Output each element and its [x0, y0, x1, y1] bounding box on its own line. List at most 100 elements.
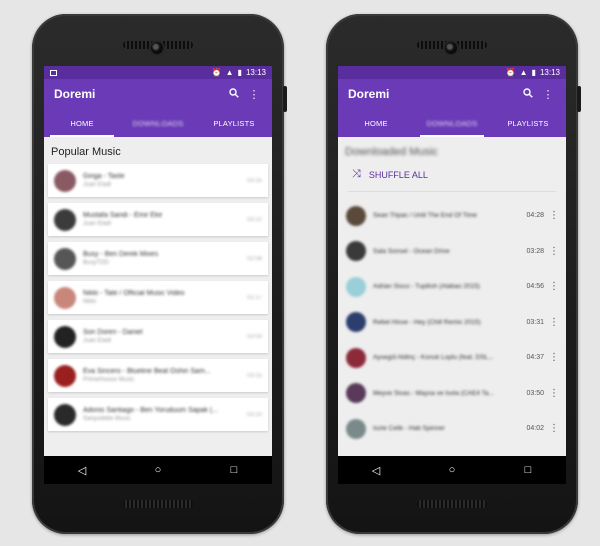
- alarm-icon: ⏰: [505, 68, 516, 77]
- tab-downloads[interactable]: DOWNLOADS: [120, 109, 196, 137]
- list-item[interactable]: Mustafa Sandi - Emir Ekir Juan Eladi 03:22: [48, 203, 268, 236]
- power-button: [283, 86, 287, 112]
- tab-bar: HOME DOWNLOADS PLAYLISTS: [338, 109, 566, 137]
- album-art: [54, 169, 76, 192]
- more-options-icon[interactable]: ⋮: [548, 281, 560, 292]
- track-duration: 03:31: [526, 318, 544, 326]
- image-notification-icon: [50, 69, 57, 76]
- clock: 13:13: [245, 68, 266, 77]
- track-title: Adrian Sisco - Tupilish (Alabao 2015): [373, 283, 480, 291]
- album-art: [346, 312, 366, 333]
- overflow-menu-icon[interactable]: ⋮: [540, 88, 556, 101]
- home-button[interactable]: ○: [146, 464, 170, 476]
- track-title: Busy - Ben Derek Mixes: [83, 251, 159, 258]
- track-artist: Sanyodebe Music: [83, 416, 131, 422]
- app-title: Doremi: [348, 87, 390, 101]
- track-time: 03:03: [246, 333, 262, 340]
- track-time: 03:10: [246, 411, 262, 418]
- list-item[interactable]: Iozie Celik - Hab Spinner 04:02 ⋮: [338, 411, 566, 447]
- track-info: Nikki - Tate / Official Music Video Nikki: [83, 290, 247, 305]
- more-options-icon[interactable]: ⋮: [548, 210, 560, 221]
- track-title: Mustafa Sandi - Emir Ekir: [83, 212, 163, 219]
- front-camera: [151, 42, 163, 54]
- shuffle-icon: ⤨: [352, 168, 361, 180]
- battery-icon: ▮: [531, 68, 536, 77]
- recents-button[interactable]: □: [516, 464, 540, 476]
- list-item[interactable]: Sean Tripas / Until The End Of Time 04:28…: [338, 198, 566, 234]
- track-title: Eva Sincero - Blueline Beat Oshin Sam...: [83, 368, 211, 375]
- more-options-icon[interactable]: ⋮: [548, 388, 560, 399]
- section-title: Popular Music: [51, 146, 121, 158]
- list-item[interactable]: Meyve Sivas - Maysa ve Isola (CAE4 Ta...…: [338, 376, 566, 412]
- track-title: Ginga - Taste: [83, 173, 125, 180]
- list-item[interactable]: Eva Sincero - Blueline Beat Oshin Sam...…: [48, 359, 268, 392]
- track-title: Sean Tripas / Until The End Of Time: [373, 212, 477, 220]
- track-info: Eva Sincero - Blueline Beat Oshin Sam...…: [83, 368, 247, 383]
- home-content: Popular Music Ginga - Taste Juan Eladi 03:…: [44, 137, 272, 456]
- track-title: Rebel Hisse - Hey (Chill Remix 2015): [373, 318, 481, 326]
- search-icon[interactable]: [520, 87, 536, 101]
- album-art: [346, 418, 366, 439]
- shuffle-all-button[interactable]: ⤨ SHUFFLE ALL: [338, 164, 566, 191]
- album-art: [346, 347, 366, 368]
- track-time: 03:15: [246, 372, 262, 379]
- list-item[interactable]: Nikki - Tate / Official Music Video Nikki…: [48, 281, 268, 314]
- list-item[interactable]: Aysegül Aldinç - Konuk Loplu (feat. DSL.…: [338, 340, 566, 376]
- back-button[interactable]: ◁: [364, 464, 388, 477]
- track-info: Son Doren - Daniel Juan Eladi: [83, 329, 247, 344]
- track-artist: Juan Eladi: [83, 182, 112, 188]
- track-time: 03:25: [246, 177, 262, 184]
- track-duration: 04:37: [526, 354, 544, 362]
- status-bar: ⏰ ▲ ▮ 13:13: [44, 66, 272, 79]
- home-button[interactable]: ○: [440, 464, 464, 476]
- more-options-icon[interactable]: ⋮: [548, 317, 560, 328]
- track-time: 02:58: [246, 255, 262, 262]
- tab-playlists[interactable]: PLAYLISTS: [196, 109, 272, 137]
- track-title: Iozie Celik - Hab Spinner: [373, 425, 445, 433]
- list-item[interactable]: Son Doren - Daniel Juan Eladi 03:03: [48, 320, 268, 353]
- track-artist: Primerhouse Music: [83, 377, 135, 383]
- album-art: [54, 403, 76, 426]
- album-art: [346, 241, 366, 262]
- list-item[interactable]: Adonis Santiago - Ben Yoruduum Sapak (..…: [48, 398, 268, 431]
- track-title: Aysegül Aldinç - Konuk Loplu (feat. DSL.…: [373, 354, 494, 362]
- search-icon[interactable]: [226, 87, 242, 101]
- popular-music-list: Ginga - Taste Juan Eladi 03:25 Mustafa Sand…: [44, 164, 272, 431]
- album-art: [54, 286, 76, 309]
- album-art: [54, 208, 76, 231]
- status-bar: ⏰ ▲ ▮ 13:13: [338, 66, 566, 79]
- track-info: Adonis Santiago - Ben Yoruduum Sapak (..…: [83, 407, 247, 422]
- album-art: [54, 325, 76, 348]
- downloads-content: Downloaded Music ⤨ SHUFFLE ALL Sean Trip…: [338, 137, 566, 456]
- signal-icon: ▲: [519, 68, 528, 77]
- track-time: 03:22: [246, 216, 262, 223]
- more-options-icon[interactable]: ⋮: [548, 352, 560, 363]
- alarm-icon: ⏰: [211, 68, 222, 77]
- overflow-menu-icon[interactable]: ⋮: [246, 88, 262, 101]
- back-button[interactable]: ◁: [70, 464, 94, 477]
- list-item[interactable]: Sala Sonsel - Ocean Drive 03:28 ⋮: [338, 234, 566, 270]
- signal-icon: ▲: [225, 68, 234, 77]
- track-title: Nikki - Tate / Official Music Video: [83, 290, 185, 297]
- list-item[interactable]: Ginga - Taste Juan Eladi 03:25: [48, 164, 268, 197]
- more-options-icon[interactable]: ⋮: [548, 423, 560, 434]
- tab-home[interactable]: HOME: [338, 109, 414, 137]
- tab-playlists[interactable]: PLAYLISTS: [490, 109, 566, 137]
- front-camera: [445, 42, 457, 54]
- track-title: Adonis Santiago - Ben Yoruduum Sapak (..…: [83, 407, 219, 414]
- album-art: [54, 247, 76, 270]
- list-item[interactable]: Busy - Ben Derek Mixes BusyTDD 02:58: [48, 242, 268, 275]
- shuffle-all-label: SHUFFLE ALL: [368, 169, 428, 180]
- track-duration: 03:28: [526, 247, 544, 255]
- album-art: [346, 205, 366, 226]
- list-item[interactable]: Adrian Sisco - Tupilish (Alabao 2015) 04:…: [338, 269, 566, 305]
- list-item[interactable]: Rebel Hisse - Hey (Chill Remix 2015) 03:3…: [338, 305, 566, 341]
- track-info: Ginga - Taste Juan Eladi: [83, 173, 247, 188]
- recents-button[interactable]: □: [222, 464, 246, 476]
- track-title: Sala Sonsel - Ocean Drive: [373, 247, 450, 255]
- tab-downloads[interactable]: DOWNLOADS: [414, 109, 490, 137]
- track-duration: 04:02: [526, 425, 544, 433]
- tab-home[interactable]: HOME: [44, 109, 120, 137]
- more-options-icon[interactable]: ⋮: [548, 246, 560, 257]
- app-title: Doremi: [54, 87, 96, 101]
